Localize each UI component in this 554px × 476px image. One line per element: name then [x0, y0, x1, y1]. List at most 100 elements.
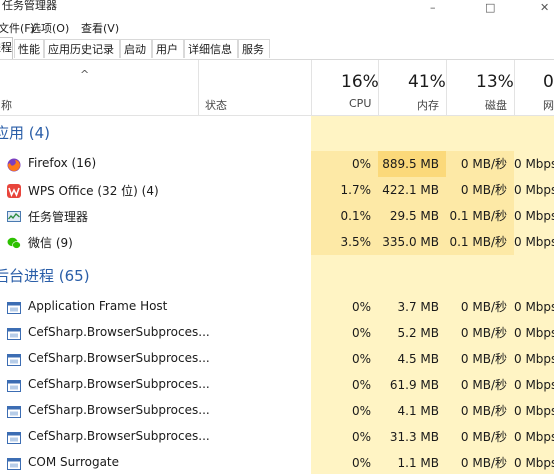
window-process-icon [7, 326, 21, 340]
process-name: 任务管理器 [28, 210, 89, 224]
tab-services[interactable]: 服务 [238, 39, 270, 58]
process-name: CefSharp.BrowserSubproces... [28, 377, 210, 391]
process-disk-value: 0 MB/秒 [446, 151, 514, 177]
column-header: ^ 名称 状态 16% CPU 41% 内存 13% 磁盘 0% 网络 [0, 60, 554, 116]
process-cpu-value: 0% [351, 352, 371, 366]
process-disk-value: 0 MB/秒 [460, 456, 507, 470]
tab-performance[interactable]: 性能 [14, 39, 44, 58]
process-mem-value: 4.1 MB [397, 404, 439, 418]
menu-bar: 文件(F) 选项(O) 查看(V) [0, 16, 554, 36]
process-name: 微信 (9) [28, 236, 73, 250]
column-divider [514, 60, 515, 115]
process-cpu-value: 0% [311, 151, 378, 177]
process-disk-value: 0 MB/秒 [460, 378, 507, 392]
process-row[interactable]: CefSharp.BrowserSubproces... 0% 4.1 MB 0 MB… [0, 398, 554, 424]
column-memory[interactable]: 内存 [417, 97, 439, 113]
process-row[interactable]: Application Frame Host 0% 3.7 MB 0 MB/秒 0 Mb… [0, 294, 554, 320]
process-mem-value: 889.5 MB [378, 151, 446, 177]
minimize-button[interactable]: – [430, 1, 436, 14]
process-mem-value: 5.2 MB [397, 326, 439, 340]
title-bar: 任务管理器 – □ ✕ [0, 0, 554, 16]
tab-details[interactable]: 详细信息 [184, 39, 238, 58]
process-mem-value: 4.5 MB [397, 352, 439, 366]
group-header[interactable]: 后台进程 (65) [0, 265, 90, 286]
process-cpu-value: 0% [351, 456, 371, 470]
firefox-icon [7, 157, 21, 172]
process-name: CefSharp.BrowserSubproces... [28, 429, 210, 443]
process-net-value: 0 Mbps [514, 183, 554, 197]
process-row[interactable]: Firefox (16) 0% 889.5 MB 0 MB/秒 0 Mbps [0, 151, 554, 177]
network-total: 0% [543, 72, 554, 92]
process-disk-value: 0 MB/秒 [460, 404, 507, 418]
process-disk-value: 0 MB/秒 [446, 177, 514, 203]
process-disk-value: 0 MB/秒 [460, 430, 507, 444]
column-divider [446, 60, 447, 115]
process-cpu-value: 0.1% [311, 203, 378, 229]
process-mem-value: 61.9 MB [389, 378, 439, 392]
column-status[interactable]: 状态 [205, 97, 227, 113]
group-header[interactable]: 应用 (4) [0, 122, 50, 143]
process-cpu-value: 3.5% [311, 229, 378, 255]
sort-ascending-icon[interactable]: ^ [80, 68, 89, 81]
process-mem-value: 3.7 MB [397, 300, 439, 314]
process-row[interactable]: COM Surrogate 0% 1.1 MB 0 MB/秒 0 Mbps [0, 450, 554, 476]
menu-options[interactable]: 选项(O) [30, 20, 69, 36]
menu-view[interactable]: 查看(V) [81, 20, 119, 36]
process-name: WPS Office (32 位) (4) [28, 184, 159, 198]
column-name[interactable]: 名称 [0, 97, 12, 113]
task-manager-icon [7, 209, 21, 223]
tab-users[interactable]: 用户 [152, 39, 184, 58]
cpu-total: 16% [341, 72, 379, 92]
process-row[interactable]: 微信 (9) 3.5% 335.0 MB 0.1 MB/秒 0 Mbps [0, 229, 554, 255]
process-disk-value: 0.1 MB/秒 [446, 203, 514, 229]
close-button[interactable]: ✕ [540, 1, 549, 14]
process-net-value: 0 Mbps [514, 235, 554, 249]
process-net-value: 0 Mbps [514, 378, 554, 392]
process-net-value: 0 Mbps [514, 209, 554, 223]
tab-bar: 进程 性能 应用历史记录 启动 用户 详细信息 服务 [0, 37, 554, 60]
window-process-icon [7, 430, 21, 444]
process-mem-value: 31.3 MB [389, 430, 439, 444]
process-net-value: 0 Mbps [514, 326, 554, 340]
process-cpu-value: 0% [351, 326, 371, 340]
process-row[interactable]: CefSharp.BrowserSubproces... 0% 4.5 MB 0 MB… [0, 346, 554, 372]
process-net-value: 0 Mbps [514, 300, 554, 314]
process-mem-value: 422.1 MB [378, 177, 446, 203]
window-title: 任务管理器 [2, 0, 57, 12]
process-row[interactable]: 任务管理器 0.1% 29.5 MB 0.1 MB/秒 0 Mbps [0, 203, 554, 229]
maximize-button[interactable]: □ [485, 1, 495, 14]
process-net-value: 0 Mbps [514, 352, 554, 366]
process-cpu-value: 0% [351, 404, 371, 418]
process-row[interactable]: CefSharp.BrowserSubproces... 0% 61.9 MB 0 M… [0, 372, 554, 398]
process-name: COM Surrogate [28, 455, 120, 469]
column-divider [311, 60, 312, 115]
window-process-icon [7, 300, 21, 314]
wps-icon [7, 183, 21, 198]
process-name: Firefox (16) [28, 156, 97, 170]
column-cpu[interactable]: CPU [349, 97, 371, 110]
process-cpu-value: 0% [351, 378, 371, 392]
window-process-icon [7, 456, 21, 470]
column-divider [198, 60, 199, 115]
process-net-value: 0 Mbps [514, 404, 554, 418]
column-divider [378, 60, 379, 115]
column-disk[interactable]: 磁盘 [485, 97, 507, 113]
window-process-icon [7, 404, 21, 418]
process-mem-value: 335.0 MB [378, 229, 446, 255]
process-cpu-value: 0% [351, 430, 371, 444]
process-mem-value: 29.5 MB [378, 203, 446, 229]
process-row[interactable]: WPS Office (32 位) (4) 1.7% 422.1 MB 0 MB/秒 0… [0, 177, 554, 203]
process-row[interactable]: CefSharp.BrowserSubproces... 0% 5.2 MB 0 MB… [0, 320, 554, 346]
wechat-icon [7, 235, 21, 249]
tab-app-history[interactable]: 应用历史记录 [44, 39, 120, 58]
column-network[interactable]: 网络 [543, 97, 554, 113]
tab-startup[interactable]: 启动 [120, 39, 152, 58]
process-row[interactable]: CefSharp.BrowserSubproces... 0% 31.3 MB 0 M… [0, 424, 554, 450]
process-mem-value: 1.1 MB [397, 456, 439, 470]
window-process-icon [7, 378, 21, 392]
process-name: CefSharp.BrowserSubproces... [28, 403, 210, 417]
tab-processes[interactable]: 进程 [0, 37, 13, 59]
process-disk-value: 0.1 MB/秒 [446, 229, 514, 255]
process-cpu-value: 1.7% [311, 177, 378, 203]
process-disk-value: 0 MB/秒 [460, 352, 507, 366]
